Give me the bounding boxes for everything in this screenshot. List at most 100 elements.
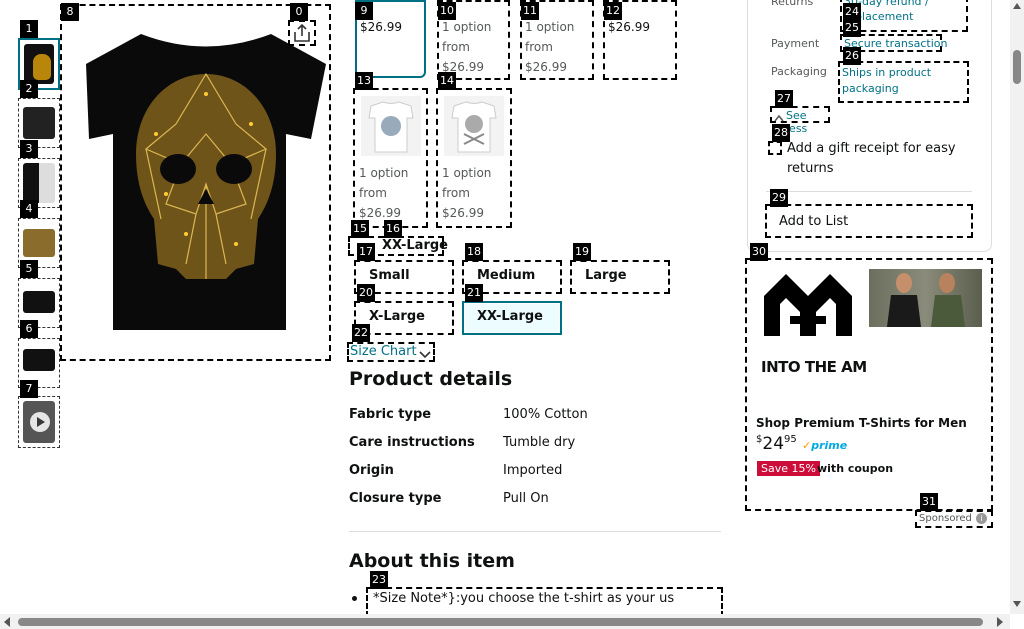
size-option-xx-large[interactable]: XX-Large — [462, 301, 562, 335]
packaging-link[interactable]: Ships in product packaging — [838, 61, 969, 103]
tag-9: 9 — [355, 2, 373, 20]
swatch-from-label: from — [442, 40, 470, 54]
tag-22: 22 — [352, 324, 370, 342]
detail-key: Origin — [349, 463, 394, 478]
swatch-image-skull-crossbones — [444, 96, 504, 156]
swatch-option-count: 1 option — [359, 166, 409, 180]
swatch-image-skull-white — [361, 96, 421, 156]
info-icon: i — [976, 513, 987, 524]
detail-value: 100% Cotton — [503, 407, 588, 422]
size-option-large[interactable]: Large — [570, 260, 670, 294]
ad-title[interactable]: Shop Premium T-Shirts for Men — [756, 416, 967, 430]
gift-receipt-line: Add a gift receipt for easy — [787, 141, 956, 156]
tag-16: 16 — [384, 220, 402, 238]
tag-12: 12 — [604, 2, 622, 20]
payment-label: Payment — [771, 37, 820, 50]
ad-product-photo — [869, 269, 982, 327]
tag-15: 15 — [351, 220, 369, 238]
coupon-badge: Save 15% — [757, 461, 820, 476]
size-chart-label: Size Chart — [350, 344, 417, 359]
tag-11: 11 — [521, 2, 539, 20]
tag-20: 20 — [357, 284, 375, 302]
tag-10: 10 — [438, 2, 456, 20]
vertical-scroll-thumb[interactable] — [1013, 50, 1021, 84]
divider — [349, 531, 721, 532]
tag-17: 17 — [357, 243, 375, 261]
tag-1: 1 — [20, 20, 38, 38]
gift-receipt-label: Add a gift receipt for easy returns — [787, 139, 956, 179]
tag-31: 31 — [920, 493, 938, 511]
bullet-dot — [352, 596, 357, 601]
tag-13: 13 — [355, 72, 373, 90]
tag-0: 0 — [290, 3, 308, 21]
prime-check-icon: ✓ — [802, 439, 812, 452]
about-bullet-text: *Size Note*}:you choose the t-shirt as y… — [373, 591, 675, 606]
sponsored-label[interactable]: Sponsored i — [915, 510, 993, 528]
detail-value: Imported — [503, 463, 563, 478]
tag-27: 27 — [775, 90, 793, 108]
main-product-image — [86, 24, 326, 334]
swatch-price: $26.99 — [360, 20, 402, 34]
packaging-value-line: packaging — [842, 82, 899, 95]
tag-18: 18 — [465, 243, 483, 261]
swatch-price: $26.99 — [608, 20, 650, 34]
tag-2: 2 — [20, 80, 38, 98]
swatch-from-label: from — [442, 186, 470, 200]
horizontal-scroll-thumb[interactable] — [18, 618, 983, 626]
size-chart-link[interactable]: Size Chart — [347, 342, 435, 362]
coupon-text: with coupon — [817, 462, 894, 475]
scroll-right-arrow-icon[interactable] — [997, 617, 1003, 627]
horizontal-scrollbar[interactable] — [0, 614, 1010, 629]
gift-receipt-checkbox[interactable] — [768, 141, 782, 155]
detail-value: Pull On — [503, 491, 549, 506]
divider — [766, 191, 972, 192]
swatch-option-count: 1 option — [442, 166, 492, 180]
packaging-value-line: Ships in product — [842, 66, 932, 79]
scroll-left-arrow-icon[interactable] — [4, 617, 10, 627]
color-swatch-13[interactable]: 1 option from $26.99 — [353, 88, 428, 228]
swatch-price: $26.99 — [359, 206, 401, 220]
tag-23: 23 — [370, 571, 388, 589]
tag-25: 25 — [843, 19, 861, 37]
detail-key: Care instructions — [349, 435, 475, 450]
sponsored-text: Sponsored — [919, 513, 972, 524]
ad-brand-logo: INTO THE AM — [756, 266, 867, 378]
vertical-scrollbar[interactable] — [1010, 0, 1024, 614]
add-to-list-button[interactable]: Add to List — [765, 204, 973, 238]
swatch-option-count: 1 option — [525, 20, 575, 34]
ad-price: $2495 — [756, 434, 797, 454]
tag-3: 3 — [20, 140, 38, 158]
gift-receipt-line: returns — [787, 161, 834, 176]
detail-key: Fabric type — [349, 407, 432, 422]
swatch-option-count: 1 option — [442, 20, 492, 34]
returns-label: Returns — [771, 0, 814, 8]
swatch-from-label: from — [525, 40, 553, 54]
selected-size-label: XX-Large — [382, 238, 448, 253]
thumbnail-7-video[interactable] — [18, 396, 60, 448]
tag-29: 29 — [770, 189, 788, 207]
share-icon[interactable] — [288, 20, 316, 46]
scroll-down-arrow-icon[interactable] — [1013, 601, 1021, 607]
detail-key: Closure type — [349, 491, 442, 506]
ad-brand-name: INTO THE AM — [761, 358, 867, 376]
detail-value: Tumble dry — [503, 435, 576, 450]
tag-19: 19 — [573, 243, 591, 261]
prime-badge: ✓prime — [802, 439, 847, 452]
price-dollars: 24 — [762, 434, 785, 454]
add-to-list-label: Add to List — [779, 214, 849, 229]
swatch-price: $26.99 — [442, 206, 484, 220]
scroll-up-arrow-icon[interactable] — [1013, 3, 1021, 9]
tag-14: 14 — [438, 72, 456, 90]
tag-26: 26 — [843, 47, 861, 65]
tag-7: 7 — [20, 380, 38, 398]
tag-28: 28 — [772, 124, 790, 142]
tag-8: 8 — [61, 3, 79, 21]
about-bullet-1[interactable]: *Size Note*}:you choose the t-shirt as y… — [366, 587, 723, 617]
see-less-link[interactable]: See less — [770, 106, 830, 135]
see-less-label: See less — [786, 109, 808, 135]
price-cents: 95 — [784, 434, 797, 445]
tag-30: 30 — [750, 243, 768, 261]
color-swatch-14[interactable]: 1 option from $26.99 — [436, 88, 512, 228]
packaging-label: Packaging — [771, 65, 827, 78]
tag-21: 21 — [465, 284, 483, 302]
